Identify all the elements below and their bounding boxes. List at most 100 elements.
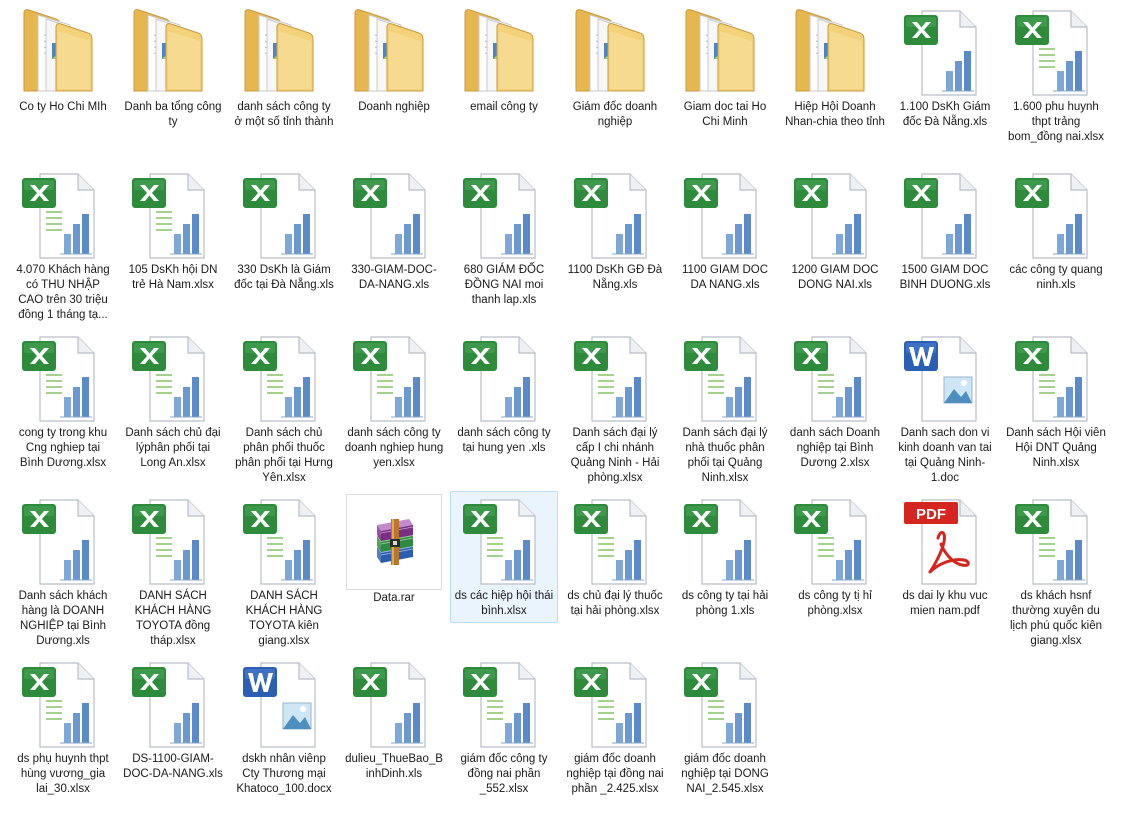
file-name-label: Danh sách chủ phân phối thuốc phân phối …	[235, 427, 333, 484]
file-item[interactable]: ds các hiệp hội thái bình.xlsx	[450, 491, 558, 623]
file-name-label: Danh sach don vi kinh doanh van tai tại …	[898, 427, 992, 484]
file-name-label: email công ty	[470, 101, 538, 113]
excel-xlsx-icon	[678, 657, 772, 751]
file-item[interactable]: DANH SÁCH KHÁCH HÀNG TOYOTA kiên giang.x…	[230, 491, 338, 653]
file-name-label: 1100 DsKh GĐ Đà Nẵng.xls	[567, 264, 663, 291]
excel-xls-icon	[16, 494, 110, 588]
file-name-label: danh sách công ty doanh nghiep hung yen.…	[344, 427, 444, 469]
folder-icon	[16, 5, 110, 99]
file-item[interactable]: Danh sách khách hàng là DOANH NGHIỆP tại…	[9, 491, 117, 653]
excel-xls-icon	[898, 5, 992, 99]
file-item[interactable]: Giam doc tai Ho Chi Minh	[671, 2, 779, 134]
file-name-label: ds dai ly khu vuc mien nam.pdf	[902, 590, 988, 617]
file-name-label: dulieu_ThueBao_BinhDinh.xls	[345, 753, 443, 780]
file-item[interactable]: các công ty quang ninh.xls	[1002, 165, 1110, 297]
file-name-label: DANH SÁCH KHÁCH HÀNG TOYOTA kiên giang.x…	[245, 590, 323, 647]
file-name-label: 1.600 phu huynh thpt trảng bom_đồng nai.…	[1008, 101, 1104, 143]
folder-icon	[678, 5, 772, 99]
file-name-label: Danh sách chủ đại lýphân phối tại Long A…	[125, 427, 221, 469]
file-item[interactable]: danh sách công ty doanh nghiep hung yen.…	[340, 328, 448, 475]
file-name-label: Danh sách đại lý cấp I chi nhánh Quảng N…	[570, 427, 660, 484]
file-item[interactable]: Danh sách chủ đại lýphân phối tại Long A…	[119, 328, 227, 475]
file-name-label: Doanh nghiệp	[358, 101, 430, 113]
file-name-label: 105 DsKh hội DN trẻ Hà Nam.xlsx	[128, 264, 218, 291]
file-name-label: Danh sách đại lý nhà thuốc phân phối tại…	[682, 427, 768, 484]
file-name-label: dskh nhân viênp Cty Thương mại Khatoco_1…	[236, 753, 332, 795]
file-item[interactable]: 1500 GIAM DOC BINH DUONG.xls	[891, 165, 999, 297]
file-item[interactable]: 1200 GIAM DOC DONG NAI.xls	[781, 165, 889, 297]
file-name-label: cong ty trong khu Cng nghiep tại Bình Dư…	[18, 427, 108, 469]
file-item[interactable]: Co ty Ho Chi MIh	[9, 2, 117, 119]
file-item[interactable]: ds công ty tại hải phòng 1.xls	[671, 491, 779, 623]
file-name-label: ds phụ huynh thpt hùng vương_gia lai_30.…	[17, 753, 109, 795]
file-item[interactable]: giám đốc doanh nghiệp tại đồng nai phần …	[561, 654, 669, 801]
file-item[interactable]: Danh sach don vi kinh doanh van tai tại …	[891, 328, 999, 490]
svg-text:PDF: PDF	[916, 506, 946, 523]
file-item[interactable]: danh sách công ty ở một số tỉnh thành	[230, 2, 338, 134]
file-item[interactable]: 1.100 DsKh Giám đốc Đà Nẵng.xls	[891, 2, 999, 134]
file-item[interactable]: DS-1100-GIAM-DOC-DA-NANG.xls	[119, 654, 227, 786]
file-item[interactable]: Doanh nghiệp	[340, 2, 448, 119]
folder-icon	[126, 5, 220, 99]
file-item[interactable]: Danh sách chủ phân phối thuốc phân phối …	[230, 328, 338, 490]
file-item[interactable]: email công ty	[450, 2, 558, 119]
excel-xls-icon	[1009, 168, 1103, 262]
file-item[interactable]: 1100 DsKh GĐ Đà Nẵng.xls	[561, 165, 669, 297]
file-item[interactable]: ds công ty tị hỉ phòng.xlsx	[781, 491, 889, 623]
file-item[interactable]: 680 GIÁM ĐỐC ĐỒNG NAI moi thanh lap.xls	[450, 165, 558, 312]
file-item[interactable]: Giám đốc doanh nghiệp	[561, 2, 669, 134]
file-name-label: 1500 GIAM DOC BINH DUONG.xls	[899, 264, 991, 291]
file-name-label: Giam doc tai Ho Chi Minh	[683, 101, 767, 128]
file-name-label: 1.100 DsKh Giám đốc Đà Nẵng.xls	[899, 101, 991, 128]
file-item[interactable]: dskh nhân viênp Cty Thương mại Khatoco_1…	[230, 654, 338, 801]
file-item[interactable]: 4.070 Khách hàng có THU NHẬP CAO trên 30…	[9, 165, 117, 327]
excel-xlsx-icon	[16, 168, 110, 262]
file-item[interactable]: 330 DsKh là Giám đốc tại Đà Nẵng.xls	[230, 165, 338, 297]
file-name-label: giám đốc công ty đồng nai phần _552.xlsx	[460, 753, 548, 795]
file-item[interactable]: Danh sách đại lý cấp I chi nhánh Quảng N…	[561, 328, 669, 490]
excel-xlsx-icon	[788, 494, 882, 588]
file-item[interactable]: giám đốc công ty đồng nai phần _552.xlsx	[450, 654, 558, 801]
file-item[interactable]: Danh sách đại lý nhà thuốc phân phối tại…	[671, 328, 779, 490]
excel-xlsx-icon	[1009, 331, 1103, 425]
file-item[interactable]: ds khách hsnf thường xuyên du lịch phú q…	[1002, 491, 1110, 653]
excel-xlsx-icon	[237, 331, 331, 425]
excel-xlsx-icon	[568, 657, 662, 751]
file-item[interactable]: DANH SÁCH KHÁCH HÀNG TOYOTA đồng tháp.xl…	[119, 491, 227, 653]
file-item[interactable]: danh sách Doanh nghiệp tại Bình Dương 2.…	[781, 328, 889, 475]
file-item[interactable]: dulieu_ThueBao_BinhDinh.xls	[340, 654, 448, 786]
excel-xlsx-icon	[126, 168, 220, 262]
excel-xls-icon	[788, 168, 882, 262]
file-item[interactable]: PDF ds dai ly khu vuc mien nam.pdf	[891, 491, 999, 623]
excel-xlsx-icon	[126, 494, 220, 588]
file-name-label: Danh ba tổng công ty	[124, 101, 222, 128]
file-item[interactable]: 330-GIAM-DOC-DA-NANG.xls	[340, 165, 448, 297]
file-name-label: ds các hiệp hội thái bình.xlsx	[454, 590, 554, 617]
file-name-label: Giám đốc doanh nghiệp	[572, 101, 658, 128]
excel-xls-icon	[898, 168, 992, 262]
file-item[interactable]: ds chủ đại lý thuốc tại hải phòng.xlsx	[561, 491, 669, 623]
file-item[interactable]: danh sách công ty tại hung yen .xls	[450, 328, 558, 460]
file-item[interactable]: Hiệp Hội Doanh Nhan-chia theo tỉnh	[781, 2, 889, 134]
excel-xlsx-icon	[568, 494, 662, 588]
folder-icon	[347, 5, 441, 99]
file-item[interactable]: Danh sách Hội viên Hội DNT Quảng Ninh.xl…	[1002, 328, 1110, 475]
excel-xlsx-icon	[788, 331, 882, 425]
file-item[interactable]: Danh ba tổng công ty	[119, 2, 227, 134]
excel-xlsx-icon	[678, 331, 772, 425]
file-name-label: 1200 GIAM DOC DONG NAI.xls	[791, 264, 879, 291]
file-item[interactable]: 105 DsKh hội DN trẻ Hà Nam.xlsx	[119, 165, 227, 297]
file-item[interactable]: giám đốc doanh nghiệp tại DONG NAI_2.545…	[671, 654, 779, 801]
excel-xlsx-icon	[457, 494, 551, 588]
file-name-label: Data.rar	[373, 592, 415, 604]
file-item[interactable]: Data.rar	[340, 491, 448, 610]
file-item[interactable]: ds phụ huynh thpt hùng vương_gia lai_30.…	[9, 654, 117, 801]
file-name-label: Danh sách khách hàng là DOANH NGHIỆP tại…	[18, 590, 108, 647]
file-name-label: ds công ty tại hải phòng 1.xls	[681, 590, 769, 617]
excel-xlsx-icon	[16, 331, 110, 425]
file-item[interactable]: 1.600 phu huynh thpt trảng bom_đồng nai.…	[1002, 2, 1110, 149]
file-item[interactable]: 1100 GIAM DOC DA NANG.xls	[671, 165, 779, 297]
file-name-label: 1100 GIAM DOC DA NANG.xls	[681, 264, 769, 291]
file-name-label: 4.070 Khách hàng có THU NHẬP CAO trên 30…	[16, 264, 110, 321]
file-item[interactable]: cong ty trong khu Cng nghiep tại Bình Dư…	[9, 328, 117, 475]
